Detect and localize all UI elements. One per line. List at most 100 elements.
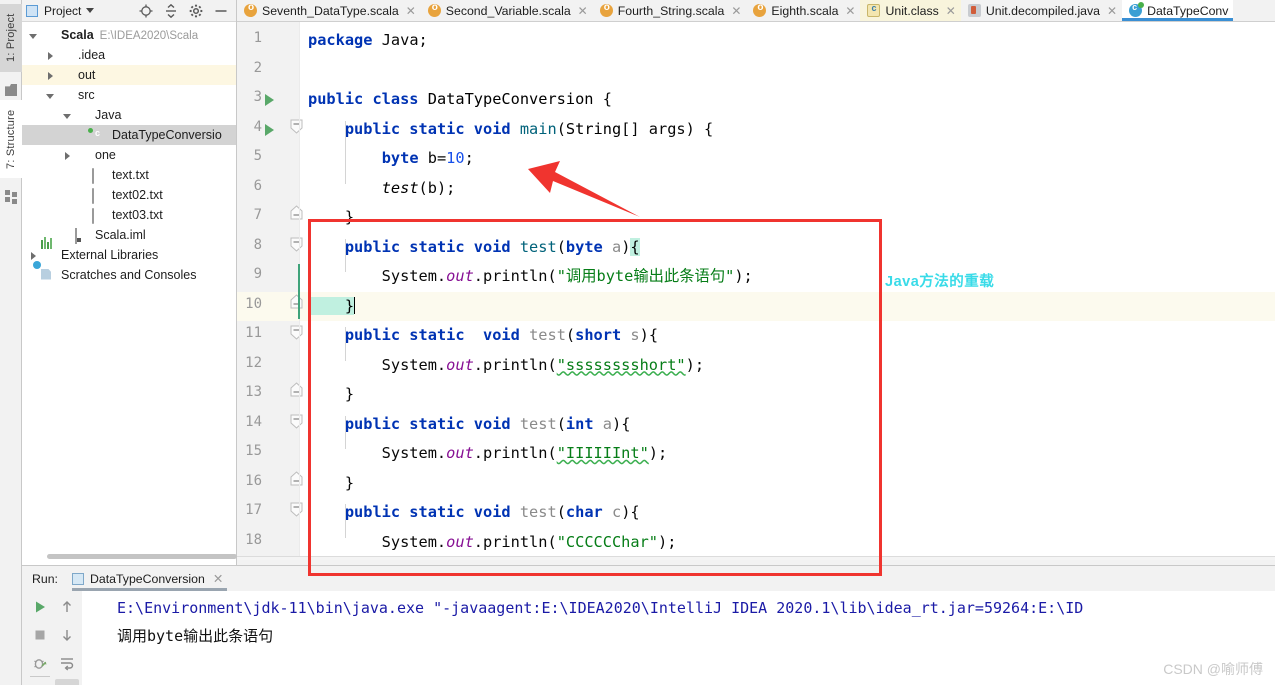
close-icon[interactable]: ✕: [1107, 5, 1117, 17]
chevron-right-icon[interactable]: [45, 50, 56, 61]
decompiled-file-icon: [967, 4, 981, 17]
scroll-to-end-icon[interactable]: [55, 679, 79, 685]
code-text-area[interactable]: package Java; public class DataTypeConver…: [298, 22, 1275, 560]
line-number: 9: [253, 266, 262, 282]
editor-tab-second-variable-scala[interactable]: Second_Variable.scala ✕: [421, 0, 593, 21]
indent-guide: [345, 504, 346, 538]
chevron-down-icon[interactable]: [28, 30, 39, 41]
tool-window-project[interactable]: 1: Project: [0, 4, 22, 72]
run-panel-header: Run: DataTypeConversion ✕: [22, 566, 1275, 591]
tree-item-text03-txt[interactable]: text03.txt: [22, 205, 236, 225]
tree-item-datatypeconversio[interactable]: DataTypeConversio: [22, 125, 236, 145]
indent-guide: [345, 120, 346, 184]
line-number: 1: [253, 30, 262, 46]
project-window-icon: [26, 4, 38, 17]
run-gutter-icon[interactable]: [265, 94, 274, 106]
code-editor[interactable]: 12345678910111213141516171819 package Ja…: [237, 22, 1275, 560]
close-icon[interactable]: ✕: [213, 572, 223, 586]
editor-tab-eighth-scala[interactable]: Eighth.scala ✕: [746, 0, 860, 21]
chevron-down-icon[interactable]: [45, 90, 56, 101]
editor-tab-unit-class[interactable]: Unit.class ✕: [860, 0, 961, 21]
chevron-down-icon[interactable]: [62, 110, 73, 121]
text-file-icon: [92, 187, 94, 204]
editor-tab-seventh-datatype-scala[interactable]: Seventh_DataType.scala ✕: [237, 0, 421, 21]
tree-item-label: src: [78, 88, 95, 102]
close-icon[interactable]: ✕: [731, 5, 741, 17]
tree-item-label: Java: [95, 108, 122, 122]
tree-item-out[interactable]: out: [22, 65, 236, 85]
stop-icon[interactable]: [28, 623, 52, 647]
console-line-output: 调用byte输出此条语句: [117, 627, 274, 645]
editor-tab-unit-decompiled-java[interactable]: Unit.decompiled.java ✕: [961, 0, 1122, 21]
tree-item-scala[interactable]: Scala E:\IDEA2020\Scala: [22, 25, 236, 45]
tree-item-label: text03.txt: [112, 208, 163, 222]
idea-window: 1: Project 7: Structure Project Scala E:…: [0, 0, 1275, 685]
editor-gutter[interactable]: 12345678910111213141516171819: [237, 22, 303, 560]
editor-tab-label: Seventh_DataType.scala: [262, 3, 399, 18]
close-icon[interactable]: ✕: [406, 5, 416, 17]
code-line-12: System.out.println("sssssssshort");: [308, 355, 705, 374]
tree-item-label: Scratches and Consoles: [61, 268, 197, 282]
gear-icon[interactable]: [189, 4, 203, 18]
line-number: 8: [253, 236, 262, 253]
gutter-line-1: 1: [237, 26, 299, 56]
chevron-down-icon[interactable]: [86, 8, 95, 13]
code-line-6: test(b);: [381, 178, 456, 197]
line-number: 11: [245, 325, 262, 341]
scala-file-icon: [427, 2, 441, 17]
close-icon[interactable]: ✕: [946, 5, 956, 17]
run-gutter-icon[interactable]: [265, 123, 274, 136]
line-number: 17: [245, 502, 262, 518]
tool-window-structure-label: 7: Structure: [5, 109, 17, 169]
close-icon[interactable]: ✕: [578, 5, 588, 17]
text-file-icon: [92, 167, 94, 184]
editor-tab-label: Unit.decompiled.java: [985, 3, 1101, 18]
debug-icon[interactable]: [28, 651, 52, 675]
chevron-right-icon[interactable]: [45, 70, 56, 81]
scroll-up-icon[interactable]: [55, 595, 79, 619]
locate-icon[interactable]: [139, 4, 153, 18]
tree-item-text-txt[interactable]: text.txt: [22, 165, 236, 185]
tree-item-one[interactable]: one: [22, 145, 236, 165]
editor-tab-bar[interactable]: Seventh_DataType.scala✕Second_Variable.s…: [237, 0, 1275, 22]
gutter-line-3: 3: [237, 85, 299, 115]
tree-item-src[interactable]: src: [22, 85, 236, 105]
tree-item-label: DataTypeConversio: [112, 128, 222, 142]
left-tool-strip: 1: Project 7: Structure: [0, 0, 22, 685]
run-toolbar[interactable]: [22, 591, 82, 685]
chevron-right-icon[interactable]: [62, 150, 73, 161]
run-label: Run:: [32, 571, 58, 586]
editor-tab-fourth-string-scala[interactable]: Fourth_String.scala ✕: [593, 0, 747, 21]
console-output[interactable]: E:\Environment\jdk-11\bin\java.exe "-jav…: [82, 591, 1275, 685]
rerun-icon[interactable]: [28, 595, 52, 619]
run-configuration-tab[interactable]: DataTypeConversion ✕: [71, 566, 228, 591]
tree-item-text02-txt[interactable]: text02.txt: [22, 185, 236, 205]
scala-file-icon: [753, 2, 767, 17]
indent-guide: [345, 238, 346, 272]
iml-file-icon: [75, 227, 77, 244]
tree-item-idea[interactable]: .idea: [22, 45, 236, 65]
chevron-right-icon[interactable]: [28, 250, 39, 261]
code-line-1: package Java;: [308, 31, 428, 49]
tree-item-java[interactable]: Java: [22, 105, 236, 125]
tree-item-external-libraries[interactable]: External Libraries: [22, 236, 236, 265]
project-tree[interactable]: Scala E:\IDEA2020\Scala .idea out src Java Dat…: [22, 22, 236, 285]
line-number: 4: [253, 118, 262, 135]
editor-bottom-edge: [237, 556, 1275, 560]
tool-window-structure[interactable]: 7: Structure: [0, 100, 22, 178]
code-line-11: public static void test(short s){: [344, 326, 659, 344]
close-icon[interactable]: ✕: [845, 5, 855, 17]
editor-tab-datatypeconv[interactable]: DataTypeConv: [1122, 0, 1234, 21]
tree-item-scala-iml[interactable]: Scala.iml: [22, 225, 236, 245]
scroll-down-icon[interactable]: [55, 623, 79, 647]
tree-item-scratches-and-consoles[interactable]: Scratches and Consoles: [22, 260, 236, 285]
project-horizontal-scrollbar[interactable]: [47, 554, 237, 559]
editor-tab-label: DataTypeConv: [1147, 3, 1229, 18]
soft-wrap-icon[interactable]: [55, 651, 79, 675]
code-line-7: }: [308, 208, 355, 226]
collapse-all-icon[interactable]: [164, 3, 178, 18]
gutter-line-12: 12: [237, 351, 299, 381]
minimize-icon[interactable]: [214, 4, 228, 18]
toolbar-divider: [30, 676, 50, 677]
